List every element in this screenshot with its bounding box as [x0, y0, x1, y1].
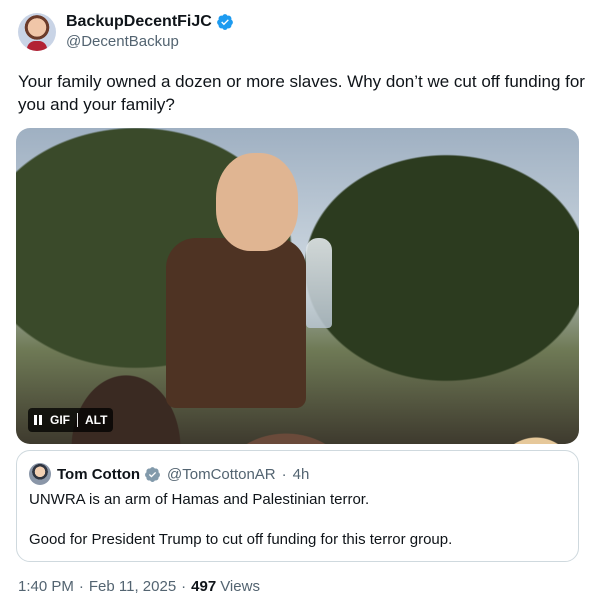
quoted-author-avatar [29, 463, 51, 485]
tweet-header: BackupDecentFiJC @DecentBackup [18, 12, 234, 52]
quoted-tweet-header: Tom Cotton @TomCottonAR · 4h [29, 463, 309, 485]
tweet-time[interactable]: 1:40 PM [18, 578, 74, 595]
gif-figure-head [216, 153, 298, 251]
quoted-time: 4h [292, 465, 310, 483]
media-controls: GIF ALT [28, 408, 114, 432]
gif-fountain [306, 238, 332, 328]
alt-button[interactable]: ALT [85, 413, 107, 427]
quoted-text-line1: UNWRA is an arm of Hamas and Palestinian… [29, 491, 370, 508]
author-handle[interactable]: @DecentBackup [66, 32, 234, 52]
quoted-text-line2: Good for President Trump to cut off fund… [29, 531, 453, 548]
gif-label: GIF [50, 413, 70, 427]
government-verified-badge-icon [145, 466, 160, 482]
tweet-date[interactable]: Feb 11, 2025 [89, 578, 176, 595]
author-name-row[interactable]: BackupDecentFiJC [66, 12, 234, 32]
tweet-meta: 1:40 PM · Feb 11, 2025 · 497 Views [18, 578, 260, 595]
views-count[interactable]: 497 [191, 578, 216, 595]
quoted-tweet[interactable]: Tom Cotton @TomCottonAR · 4h UNWRA is an… [16, 450, 579, 562]
meta-separator: · [78, 578, 84, 595]
author-names: BackupDecentFiJC @DecentBackup [66, 12, 234, 52]
controls-divider [77, 413, 78, 427]
tweet-text: Your family owned a dozen or more slaves… [18, 72, 585, 114]
author-avatar[interactable] [18, 13, 56, 51]
quoted-author-name: Tom Cotton [57, 465, 141, 483]
verified-badge-icon[interactable] [216, 13, 234, 31]
gif-figure-body [166, 238, 306, 408]
meta-separator: · [181, 578, 187, 595]
quoted-author-handle: @TomCottonAR [167, 465, 276, 483]
author-display-name[interactable]: BackupDecentFiJC [66, 12, 212, 32]
quoted-separator: · [281, 465, 287, 483]
tweet-media-gif[interactable]: GIF ALT [16, 128, 579, 444]
views-label: Views [220, 578, 260, 595]
pause-icon[interactable] [34, 415, 42, 425]
